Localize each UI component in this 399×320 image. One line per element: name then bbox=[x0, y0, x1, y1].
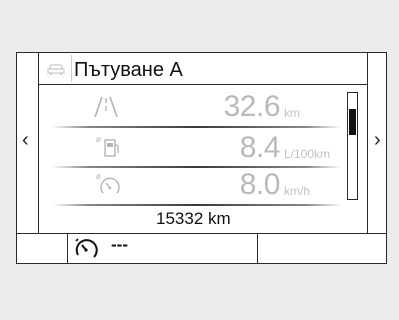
speedometer-icon bbox=[74, 236, 102, 260]
speed-limit-value: --- bbox=[111, 235, 128, 254]
row-separator bbox=[52, 204, 342, 206]
scrollbar-track[interactable] bbox=[347, 92, 358, 200]
footer-divider bbox=[16, 233, 387, 234]
right-column-divider bbox=[367, 52, 368, 234]
fuel-consumption-value: 8.4 bbox=[239, 131, 281, 164]
road-distance-icon bbox=[93, 95, 119, 119]
fuel-consumption-icon: ø bbox=[95, 134, 121, 160]
next-page-button[interactable]: › bbox=[374, 130, 381, 150]
scrollbar-thumb[interactable] bbox=[349, 109, 356, 135]
average-speed-value: 8.0 bbox=[239, 168, 281, 201]
odometer-value: 15332 km bbox=[156, 209, 231, 228]
distance-unit: km bbox=[284, 106, 300, 120]
row-separator bbox=[52, 126, 342, 128]
header-icon-divider bbox=[71, 55, 72, 82]
footer-right-divider bbox=[257, 233, 258, 264]
distance-value: 32.6 bbox=[223, 90, 281, 123]
svg-text:ø: ø bbox=[96, 135, 101, 144]
car-icon bbox=[46, 62, 66, 76]
row-separator bbox=[52, 166, 342, 168]
average-speed-icon: ø bbox=[95, 171, 123, 199]
fuel-consumption-unit: L/100km bbox=[284, 147, 331, 161]
trip-title: Пътуване A bbox=[74, 59, 183, 81]
footer-left-divider bbox=[67, 233, 68, 264]
svg-text:ø: ø bbox=[96, 172, 101, 181]
left-column-divider bbox=[38, 52, 39, 234]
previous-page-button[interactable]: ‹ bbox=[22, 130, 29, 150]
header-divider bbox=[38, 84, 367, 85]
average-speed-unit: km/h bbox=[284, 184, 311, 198]
